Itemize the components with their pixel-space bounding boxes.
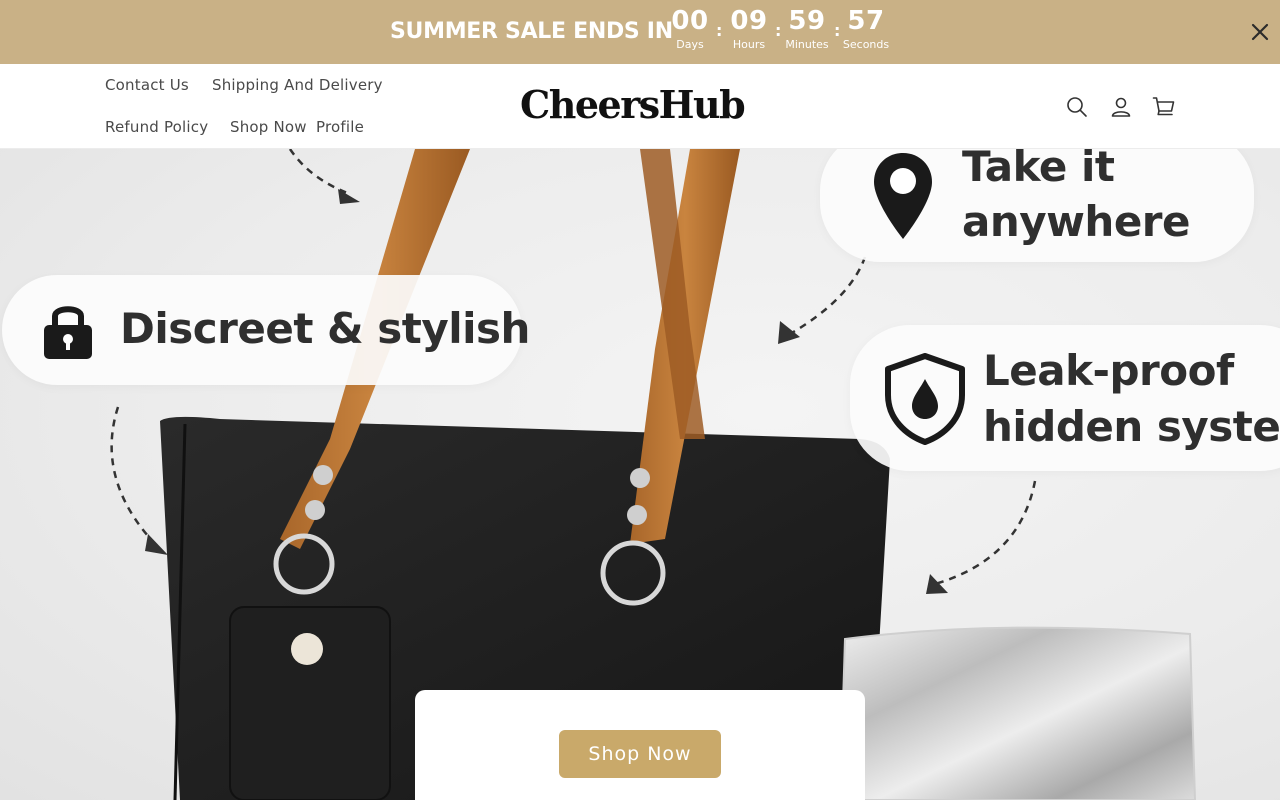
timer-minutes-value: 59 <box>788 6 826 36</box>
feature-take-it-line1: Take it <box>962 149 1115 191</box>
shop-now-button[interactable]: Shop Now <box>559 730 721 778</box>
timer-seconds-label: Seconds <box>842 38 890 51</box>
timer-hours-value: 09 <box>730 6 768 36</box>
nav-shop-now[interactable]: Shop Now <box>230 117 307 137</box>
timer-seconds: 57 Seconds <box>841 5 891 53</box>
timer-minutes-label: Minutes <box>785 38 829 51</box>
timer-separator: : <box>834 21 841 40</box>
lock-icon <box>42 299 94 365</box>
close-icon[interactable] <box>1248 20 1272 44</box>
hero-cta-card: Shop Now <box>415 690 865 800</box>
feature-leak-proof: Leak-proof hidden system <box>850 325 1280 471</box>
timer-minutes: 59 Minutes <box>782 5 832 53</box>
site-logo[interactable]: CheersHub <box>520 82 760 128</box>
announcement-text: SUMMER SALE ENDS IN <box>390 19 673 44</box>
timer-days-value: 00 <box>671 6 709 36</box>
timer-seconds-value: 57 <box>847 6 885 36</box>
feature-leak-proof-line1: Leak-proof <box>983 346 1234 395</box>
feature-take-it-anywhere: Take it anywhere <box>820 149 1254 262</box>
timer-separator: : <box>716 21 723 40</box>
site-header: Contact Us Shipping And Delivery Refund … <box>0 64 1280 149</box>
timer-hours: 09 Hours <box>724 5 774 53</box>
announcement-bar: SUMMER SALE ENDS IN 00 Days : 09 Hours :… <box>0 0 1280 64</box>
account-icon[interactable] <box>1109 95 1133 119</box>
search-icon[interactable] <box>1065 95 1089 119</box>
cart-icon[interactable] <box>1152 95 1176 119</box>
timer-days: 00 Days <box>665 5 715 53</box>
shield-drop-icon <box>884 353 966 449</box>
nav-profile[interactable]: Profile <box>316 117 364 137</box>
timer-days-label: Days <box>676 38 704 51</box>
timer-hours-label: Hours <box>732 38 766 51</box>
nav-shipping-and-delivery[interactable]: Shipping And Delivery <box>212 75 383 95</box>
location-pin-icon <box>872 151 934 245</box>
timer-separator: : <box>775 21 782 40</box>
hero-banner: Take it anywhere Discreet & stylish Leak… <box>0 149 1280 800</box>
nav-contact-us[interactable]: Contact Us <box>105 75 189 95</box>
feature-take-it-line2: anywhere <box>962 197 1191 246</box>
feature-discreet-stylish: Discreet & stylish <box>2 275 530 385</box>
feature-leak-proof-line2: hidden system <box>983 402 1280 451</box>
nav-refund-policy[interactable]: Refund Policy <box>105 117 208 137</box>
feature-discreet-text: Discreet & stylish <box>120 304 530 353</box>
